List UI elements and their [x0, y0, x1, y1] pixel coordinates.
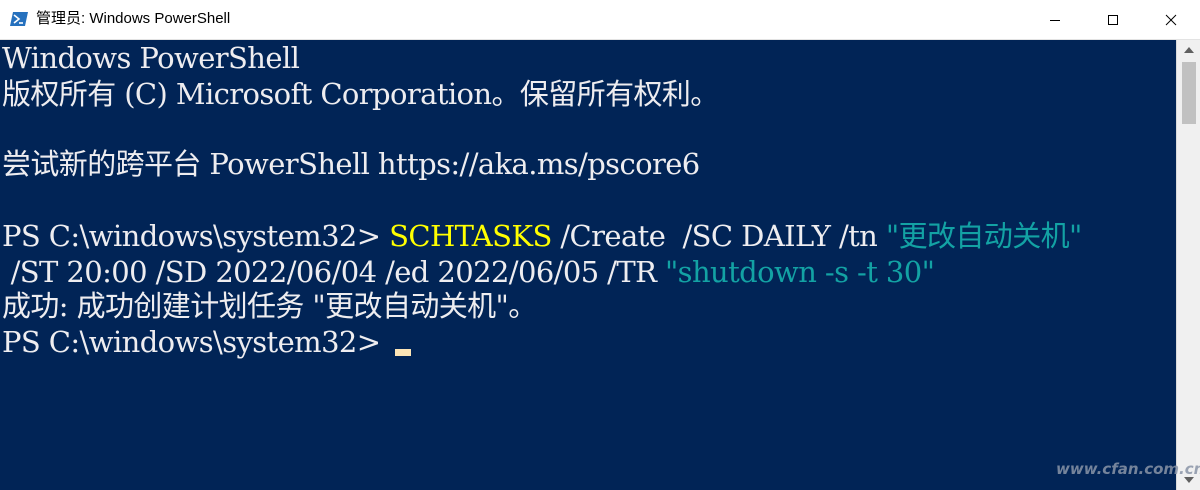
close-button[interactable]: [1142, 0, 1200, 39]
console-line-command: PS C:\windows\system32> SCHTASKS /Create…: [2, 218, 1082, 254]
command-args: /Create /SC DAILY /tn: [551, 219, 886, 253]
minimize-icon: [1050, 19, 1060, 21]
text-cursor: [395, 349, 412, 356]
console-line-command-cont: /ST 20:00 /SD 2022/06/04 /ed 2022/06/05 …: [2, 254, 935, 290]
console-line-copyright: 版权所有 (C) Microsoft Corporation。保留所有权利。: [2, 77, 719, 111]
maximize-icon: [1108, 14, 1118, 25]
command-args: /ST 20:00 /SD 2022/06/04 /ed 2022/06/05 …: [2, 255, 665, 289]
console-line-prompt: PS C:\windows\system32>: [2, 324, 412, 360]
chevron-up-icon: [1184, 47, 1194, 53]
console-line-result: 成功: 成功创建计划任务 "更改自动关机"。: [2, 289, 537, 323]
powershell-icon: [10, 12, 28, 26]
vertical-scrollbar[interactable]: [1176, 40, 1200, 490]
console-line-try-new: 尝试新的跨平台 PowerShell https://aka.ms/pscore…: [2, 147, 700, 181]
scrollbar-thumb[interactable]: [1182, 62, 1196, 124]
prompt: PS C:\windows\system32>: [2, 219, 390, 253]
maximize-button[interactable]: [1084, 0, 1142, 39]
close-icon: [1165, 14, 1177, 25]
watermark: www.cfan.com.cn: [1056, 460, 1200, 478]
powershell-window: 管理员: Windows PowerShell Windows PowerShe…: [0, 0, 1200, 490]
window-title: 管理员: Windows PowerShell: [36, 10, 231, 27]
console-output[interactable]: Windows PowerShell 版权所有 (C) Microsoft Co…: [0, 40, 1176, 490]
prompt: PS C:\windows\system32>: [2, 325, 390, 359]
console-line-banner: Windows PowerShell: [2, 41, 300, 75]
command-string-arg: "shutdown -s -t 30": [664, 255, 935, 289]
command-name: SCHTASKS: [389, 219, 552, 253]
minimize-button[interactable]: [1026, 0, 1084, 39]
command-string-arg: "更改自动关机": [885, 219, 1082, 253]
scroll-up-button[interactable]: [1177, 40, 1200, 60]
title-bar[interactable]: 管理员: Windows PowerShell: [0, 0, 1200, 40]
